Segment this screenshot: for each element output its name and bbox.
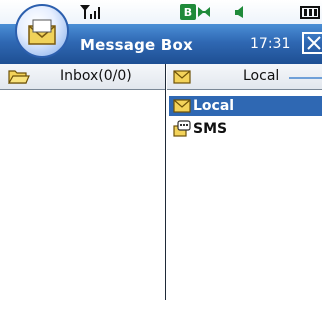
folder-label: Inbox(0/0) xyxy=(60,68,132,84)
link-icon xyxy=(198,7,210,17)
bottom-area xyxy=(0,300,322,330)
folder-list-pane: Inbox(0/0) xyxy=(0,64,166,300)
clock: 17:31 xyxy=(250,36,291,52)
tree-item-label: SMS xyxy=(193,121,228,137)
tree-item-local[interactable]: Local xyxy=(169,96,322,116)
tree-item-label: Local xyxy=(193,98,235,114)
speaker-icon xyxy=(235,6,243,18)
sms-icon xyxy=(173,120,191,137)
tree-item-sms[interactable]: SMS xyxy=(169,119,322,139)
battery-icon xyxy=(300,6,320,19)
bluetooth-glyph: B xyxy=(184,6,192,19)
bluetooth-icon: B xyxy=(180,4,196,20)
window-title: Message Box xyxy=(80,36,193,54)
location-dropdown[interactable]: Local xyxy=(167,64,322,90)
envelope-icon xyxy=(173,70,191,84)
dropdown-label: Local xyxy=(243,68,280,84)
signal-icon xyxy=(80,5,100,19)
folder-header[interactable]: Inbox(0/0) xyxy=(0,64,165,90)
open-folder-icon xyxy=(8,70,30,84)
app-orb[interactable] xyxy=(15,4,69,58)
close-button[interactable] xyxy=(302,32,322,54)
close-icon xyxy=(307,36,321,50)
dropdown-indicator xyxy=(289,77,322,79)
message-box-icon xyxy=(28,19,56,45)
location-pane: Local Local SMS xyxy=(167,64,322,300)
envelope-icon xyxy=(173,99,191,113)
